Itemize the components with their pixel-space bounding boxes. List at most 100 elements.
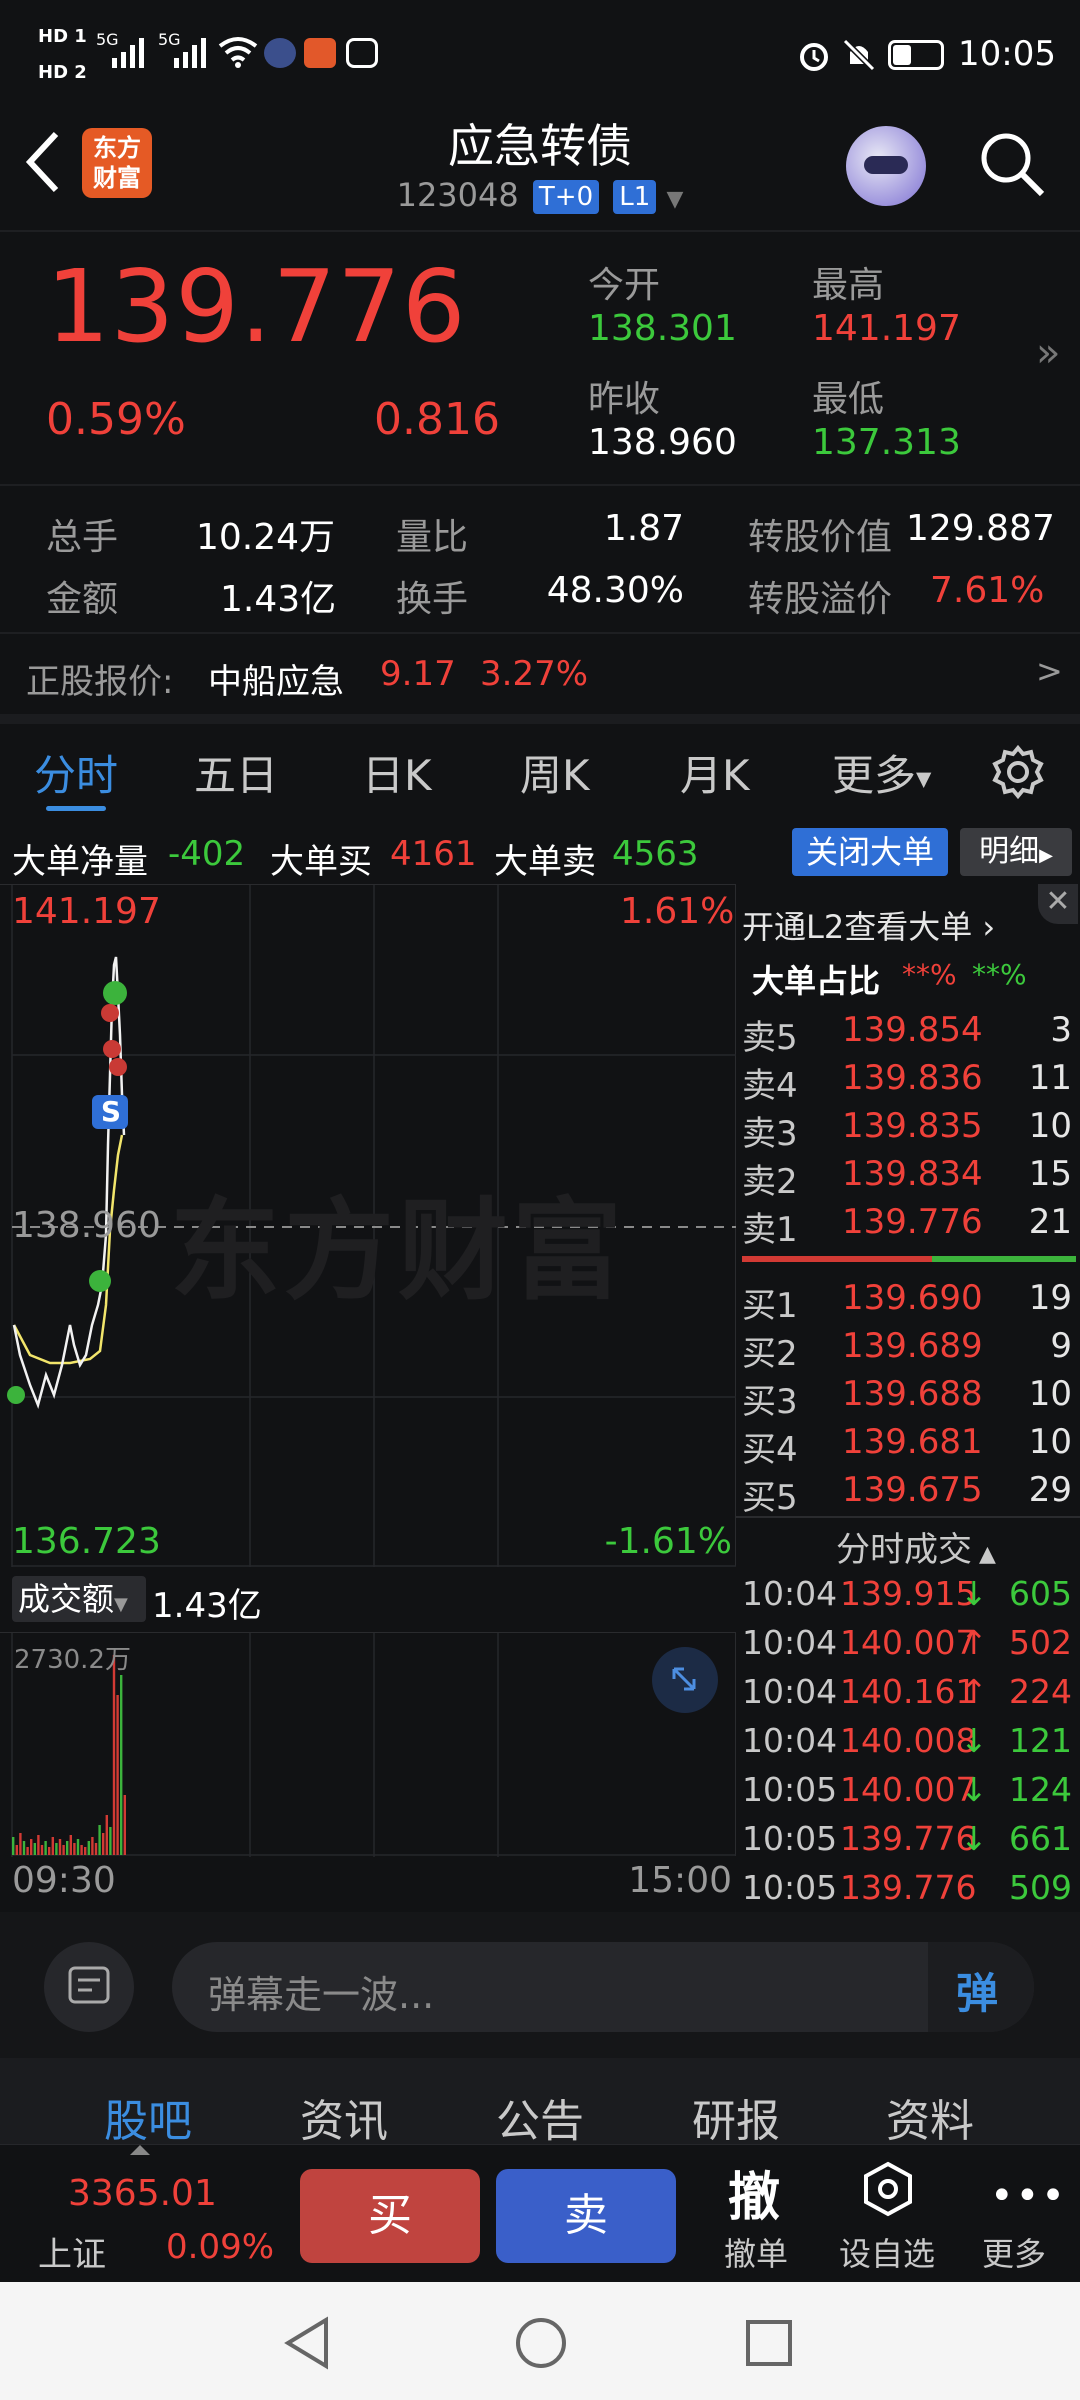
more-button[interactable]: ••• 更多 (964, 2155, 1067, 2275)
bid-ask-ratio-bar (742, 1256, 1076, 1262)
trade-price: 140.161 (840, 1672, 977, 1711)
trade-time: 10:04 (742, 1672, 838, 1711)
volume-bar (48, 1847, 51, 1855)
trade-row[interactable]: 10:04 140.008 121 ↓ (742, 1721, 1076, 1769)
trade-row[interactable]: 10:04 139.915 605 ↓ (742, 1574, 1076, 1622)
order-book-bid-row[interactable]: 买2 139.689 9 (742, 1326, 1076, 1374)
danmaku-send-button[interactable]: 弹 (928, 1942, 1034, 2032)
bid-price: 139.690 (842, 1278, 983, 1318)
order-book-bid-row[interactable]: 买4 139.681 10 (742, 1422, 1076, 1470)
ask-price: 139.834 (842, 1154, 983, 1194)
divider (0, 484, 1080, 486)
tab-more[interactable]: 更多▼ (832, 742, 931, 803)
order-book-ask-row[interactable]: 卖4 139.836 11 (742, 1058, 1076, 1106)
order-book-bid-row[interactable]: 买1 139.690 19 (742, 1278, 1076, 1326)
ask-price: 139.776 (842, 1202, 983, 1242)
underlying-stock-row[interactable]: 正股报价: 中船应急 9.17 3.27% > (0, 634, 1080, 714)
signal-icon (112, 38, 144, 68)
search-icon[interactable] (976, 128, 1048, 200)
comment-input[interactable]: 弹幕走一波... 弹 (172, 1942, 1034, 2032)
tab-five-day[interactable]: 五日 (194, 742, 278, 803)
volume-bar (123, 1795, 126, 1855)
trade-time: 10:05 (742, 1770, 838, 1809)
tab-profile[interactable]: 资料 (886, 2085, 974, 2149)
cancel-order-button[interactable]: 撤 撤单 (706, 2155, 806, 2275)
volume-bar (37, 1835, 40, 1855)
close-icon[interactable]: ✕ (1038, 884, 1078, 924)
comment-bar: 弹幕走一波... 弹 (0, 1912, 1080, 2058)
order-book-ask-row[interactable]: 卖1 139.776 21 (742, 1202, 1076, 1250)
volume-bar (55, 1843, 58, 1855)
ask-level-label: 卖5 (742, 1018, 798, 1058)
order-book-ask-row[interactable]: 卖5 139.854 3 (742, 1010, 1076, 1058)
trade-row[interactable]: 10:05 139.776 661 ↓ (742, 1819, 1076, 1867)
add-watchlist-button[interactable]: 设自选 (830, 2155, 944, 2275)
tab-announcements[interactable]: 公告 (496, 2085, 584, 2149)
nav-home-icon[interactable] (514, 2316, 568, 2370)
detail-button[interactable]: 明细▶ (960, 828, 1072, 876)
app-notification-icon-2 (304, 38, 336, 68)
intraday-chart[interactable]: S 东方财富 141.197 1.61% 138.960 136.723 -1.… (0, 884, 736, 1567)
close-big-orders-button[interactable]: 关闭大单 (792, 828, 948, 876)
volume-bar (30, 1839, 33, 1855)
comment-list-icon[interactable] (44, 1942, 134, 2032)
tab-daily-k[interactable]: 日K (362, 742, 432, 803)
index-percent: 0.09% (166, 2227, 275, 2267)
tab-research[interactable]: 研报 (692, 2085, 780, 2149)
tab-monthly-k[interactable]: 月K (680, 742, 750, 803)
chart-tabs: 分时 五日 日K 周K 月K 更多▼ (0, 724, 1080, 822)
expand-icon[interactable] (652, 1647, 718, 1713)
trade-direction-icon: ↑ (960, 1672, 988, 1711)
bid-level-label: 买5 (742, 1478, 798, 1518)
order-book-ask-row[interactable]: 卖3 139.835 10 (742, 1106, 1076, 1154)
conversion-value-label: 转股价值 (748, 517, 893, 558)
volume-bar (26, 1847, 29, 1855)
volume-bar (58, 1839, 62, 1855)
trade-row[interactable]: 10:04 140.007 502 ↑ (742, 1623, 1076, 1671)
ask-price: 139.835 (842, 1106, 983, 1146)
order-book-bid-row[interactable]: 买5 139.675 29 (742, 1470, 1076, 1518)
trades-title-label: 分时成交 (836, 1530, 972, 1570)
ask-level-label: 卖2 (742, 1162, 798, 1202)
trade-volume: 605 (1009, 1574, 1072, 1613)
trade-row[interactable]: 10:05 140.007 124 ↓ (742, 1770, 1076, 1818)
gear-icon[interactable] (990, 744, 1046, 800)
nav-back-icon[interactable] (282, 2316, 332, 2370)
volume-metric-label: 成交额 (18, 1580, 115, 1618)
caret-up-icon: ▲ (972, 1542, 996, 1567)
trade-direction-icon: ↓ (960, 1721, 988, 1760)
volume-metric-selector[interactable]: 成交额▼ (12, 1576, 146, 1622)
tab-news[interactable]: 资讯 (300, 2085, 388, 2149)
order-book-bid-row[interactable]: 买3 139.688 10 (742, 1374, 1076, 1422)
signal-icon-2 (174, 38, 206, 68)
tab-intraday[interactable]: 分时 (34, 742, 118, 803)
hexagon-icon (864, 2161, 912, 2217)
ask-volume: 15 (1028, 1154, 1072, 1194)
order-book-ask-row[interactable]: 卖2 139.834 15 (742, 1154, 1076, 1202)
trade-time: 10:04 (742, 1574, 838, 1613)
signal-marker[interactable]: S (93, 1095, 129, 1129)
robot-assistant-icon[interactable] (846, 126, 926, 206)
nav-recents-icon[interactable] (744, 2318, 794, 2368)
more-dots-icon: ••• (990, 2173, 1067, 2219)
underlying-name: 中船应急 (208, 662, 344, 702)
open-label: 今开 (588, 265, 661, 306)
action-bar: 3365.01 上证 0.09% 买 卖 撤 撤单 设自选 ••• 更多 (0, 2144, 1080, 2282)
volume-chart[interactable]: 2730.2万 (0, 1632, 736, 1857)
chart-bottom-price: 136.723 (12, 1521, 161, 1562)
volume-value: 10.24万 (196, 517, 336, 558)
l2-upgrade-link[interactable]: 开通L2查看大单 › (742, 902, 995, 948)
tab-weekly-k[interactable]: 周K (520, 742, 590, 803)
index-value: 3365.01 (68, 2173, 217, 2214)
trade-row[interactable]: 10:04 140.161 224 ↑ (742, 1672, 1076, 1720)
buy-button[interactable]: 买 (300, 2169, 480, 2263)
trades-title[interactable]: 分时成交 ▲ (836, 1522, 996, 1571)
trade-row[interactable]: 10:05 139.776 509 (742, 1868, 1076, 1916)
expand-chevron-icon[interactable]: » (1036, 330, 1060, 376)
tab-stock-forum[interactable]: 股吧 (104, 2085, 192, 2149)
chart-top-percent: 1.61% (620, 891, 735, 932)
turnover-label: 换手 (396, 579, 469, 620)
sim1-label: HD 1 (38, 26, 87, 47)
sell-button[interactable]: 卖 (496, 2169, 676, 2263)
big-sell-label: 大单卖 (494, 842, 596, 882)
